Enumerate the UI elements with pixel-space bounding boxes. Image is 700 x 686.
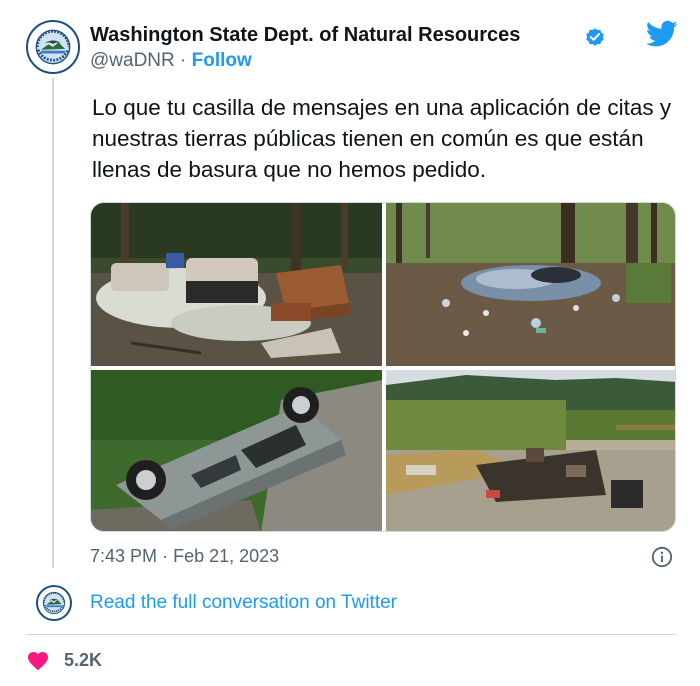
avatar-small[interactable]	[36, 585, 72, 621]
photo-junk-pile[interactable]	[386, 370, 675, 531]
photo-overturned-car[interactable]	[91, 370, 382, 531]
timestamp-separator: ·	[162, 546, 169, 566]
thread-line	[52, 78, 54, 568]
twitter-bird-icon[interactable]	[646, 20, 678, 48]
heart-icon[interactable]	[26, 649, 50, 671]
verified-badge-icon	[586, 28, 604, 46]
photo-dumped-sofa[interactable]	[91, 203, 382, 366]
divider	[26, 634, 676, 635]
dnr-seal-icon	[29, 23, 77, 71]
avatar[interactable]	[26, 20, 80, 74]
like-count[interactable]: 5.2K	[64, 650, 102, 671]
photo-trash-clearing[interactable]	[386, 203, 675, 366]
handle-separator: ·	[180, 50, 187, 71]
dnr-seal-icon	[39, 588, 69, 618]
media-grid[interactable]	[90, 202, 676, 532]
tweet-timestamp[interactable]: 7:43 PM · Feb 21, 2023	[90, 546, 279, 567]
handle-row: @waDNR · Follow	[90, 50, 252, 72]
tweet-date: Feb 21, 2023	[173, 546, 280, 566]
tweet-time: 7:43 PM	[90, 546, 158, 566]
tweet-text: Lo que tu casilla de mensajes en una apl…	[92, 95, 672, 182]
follow-button[interactable]: Follow	[192, 50, 252, 71]
read-conversation-link[interactable]: Read the full conversation on Twitter	[90, 592, 397, 614]
author-name[interactable]: Washington State Dept. of Natural Resour…	[90, 24, 520, 47]
info-icon[interactable]	[651, 546, 673, 568]
author-handle[interactable]: @waDNR	[90, 50, 175, 71]
